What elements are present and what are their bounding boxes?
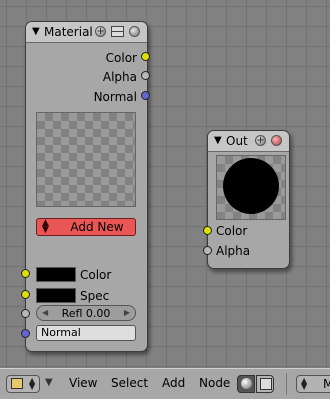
out-input-alpha-socket[interactable] xyxy=(203,246,212,255)
up-down-arrow-icon: ▲ ▼ xyxy=(301,376,308,391)
menu-add[interactable]: Add xyxy=(162,376,185,390)
material-node-title: Material xyxy=(44,25,93,39)
out-input-color-label: Color xyxy=(216,224,248,238)
add-new-button[interactable]: ▲ ▼ Add New xyxy=(36,218,136,236)
menu-view[interactable]: View xyxy=(69,376,97,390)
normal-field[interactable]: Normal xyxy=(36,325,136,341)
output-normal-label: Normal xyxy=(93,90,137,104)
output-color-label: Color xyxy=(105,51,137,65)
input-spec-label: Spec xyxy=(80,289,110,303)
grid-icon[interactable] xyxy=(111,26,124,37)
output-normal-socket[interactable] xyxy=(141,91,150,100)
material-nodes-toggle[interactable] xyxy=(237,375,255,393)
material-node[interactable]: ▼ Material + Color Alpha Normal ▲ ▼ Add N… xyxy=(25,21,148,352)
image-icon xyxy=(260,378,272,390)
input-refl-socket[interactable] xyxy=(21,309,30,318)
sphere-icon xyxy=(241,378,252,389)
composite-nodes-toggle[interactable] xyxy=(256,375,274,393)
add-new-label: Add New xyxy=(70,220,124,234)
material-selector[interactable]: ▲ ▼ M xyxy=(296,375,330,393)
out-node-header[interactable]: ▼ Out + xyxy=(208,131,289,152)
menu-select[interactable]: Select xyxy=(111,376,148,390)
refl-value: Refl 0.00 xyxy=(61,307,111,320)
material-selector-text: M xyxy=(323,377,330,391)
sphere-icon[interactable] xyxy=(271,135,282,146)
output-alpha-socket[interactable] xyxy=(141,71,150,80)
material-node-header[interactable]: ▼ Material + xyxy=(26,22,147,43)
output-alpha-label: Alpha xyxy=(102,70,137,84)
node-editor-icon xyxy=(11,378,23,389)
node-editor-header: ▲ ▼ ▼ View Select Add Node ▲ ▼ M xyxy=(0,368,330,399)
material-preview xyxy=(36,112,136,207)
refl-slider[interactable]: ◀ Refl 0.00 ▶ xyxy=(36,305,136,321)
collapse-triangle-icon[interactable]: ▼ xyxy=(214,135,222,147)
right-arrow-icon[interactable]: ▶ xyxy=(124,308,130,318)
input-normal-socket[interactable] xyxy=(21,329,30,338)
input-color-label: Color xyxy=(80,268,112,282)
plus-icon[interactable]: + xyxy=(255,135,266,146)
input-color-socket[interactable] xyxy=(21,269,30,278)
header-separator xyxy=(286,373,287,395)
spec-swatch[interactable] xyxy=(36,288,76,303)
editor-type-button[interactable]: ▲ ▼ xyxy=(6,375,40,393)
out-node[interactable]: ▼ Out + Color Alpha xyxy=(207,130,290,269)
out-input-color-socket[interactable] xyxy=(203,226,212,235)
plus-icon[interactable]: + xyxy=(95,26,106,37)
render-result-disc xyxy=(223,158,279,214)
output-color-socket[interactable] xyxy=(141,52,150,61)
menu-node[interactable]: Node xyxy=(199,376,230,390)
collapse-triangle-icon[interactable]: ▼ xyxy=(32,26,40,38)
menu-collapse-triangle-icon[interactable]: ▼ xyxy=(45,377,53,389)
up-down-arrow-icon: ▲ ▼ xyxy=(42,218,49,235)
out-node-title: Out xyxy=(226,134,248,148)
out-input-alpha-label: Alpha xyxy=(216,244,251,258)
sphere-icon[interactable] xyxy=(129,26,140,37)
up-down-arrow-icon: ▲ ▼ xyxy=(29,376,36,391)
input-spec-socket[interactable] xyxy=(21,290,30,299)
color-swatch[interactable] xyxy=(36,267,76,282)
